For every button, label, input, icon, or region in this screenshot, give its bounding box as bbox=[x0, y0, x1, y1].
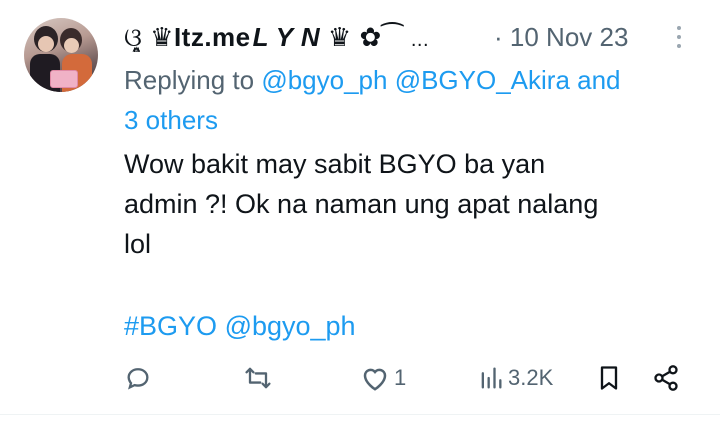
tweet-header: ଓ̯͙͈ ♛Itz.meL Y N ♛ ✿⁀ ... · 10 Nov 23 bbox=[124, 18, 684, 58]
avatar[interactable] bbox=[24, 18, 98, 92]
views-icon bbox=[481, 367, 502, 389]
divider bbox=[0, 414, 720, 415]
tweet-text-line: Wow bakit may sabit BGYO ba yan bbox=[124, 149, 546, 179]
views-count: 3.2K bbox=[508, 365, 554, 390]
like-count: 1 bbox=[394, 365, 407, 390]
display-name-text: Itz.me bbox=[173, 22, 251, 52]
share-button[interactable] bbox=[652, 360, 680, 396]
tweet-text-line: lol bbox=[124, 229, 152, 259]
replying-others-link[interactable]: 3 others bbox=[124, 105, 218, 135]
time-separator: · bbox=[494, 22, 503, 52]
tweet-body: Wow bakit may sabit BGYO ba yan admin ?!… bbox=[124, 144, 684, 264]
bookmark-icon bbox=[600, 366, 618, 390]
tweet-text-line: admin ?! Ok na naman ung apat nalang bbox=[124, 189, 599, 219]
views-button[interactable]: 3.2K bbox=[478, 360, 553, 396]
reply-button[interactable] bbox=[124, 360, 156, 396]
mention-link[interactable]: @bgyo_ph bbox=[225, 311, 356, 341]
replying-prefix: Replying to bbox=[124, 65, 255, 95]
bookmark-button[interactable] bbox=[596, 360, 622, 396]
display-name-bold: L Y N bbox=[252, 22, 321, 52]
hashtag-link[interactable]: #BGYO bbox=[124, 311, 217, 341]
replying-users-link[interactable]: @bgyo_ph @BGYO_Akira and bbox=[261, 65, 620, 95]
name-ellipsis: ... bbox=[410, 29, 430, 51]
tweet-timestamp[interactable]: · 10 Nov 23 bbox=[494, 22, 628, 53]
action-bar: 1 3.2K bbox=[124, 360, 684, 396]
replying-to: Replying to @bgyo_ph @BGYO_Akira and 3 o… bbox=[124, 60, 694, 140]
reply-icon bbox=[127, 368, 149, 390]
timestamp-text: 10 Nov 23 bbox=[509, 22, 629, 52]
display-name[interactable]: ଓ̯͙͈ ♛Itz.meL Y N ♛ ✿⁀ ... bbox=[124, 22, 429, 54]
retweet-button[interactable] bbox=[242, 360, 278, 396]
tweet-tags: #BGYO @bgyo_ph bbox=[124, 306, 684, 346]
share-icon bbox=[654, 365, 678, 391]
retweet-icon bbox=[245, 367, 271, 389]
heart-icon bbox=[363, 368, 387, 391]
like-button[interactable]: 1 bbox=[360, 360, 406, 396]
more-vertical-icon[interactable] bbox=[672, 26, 686, 54]
